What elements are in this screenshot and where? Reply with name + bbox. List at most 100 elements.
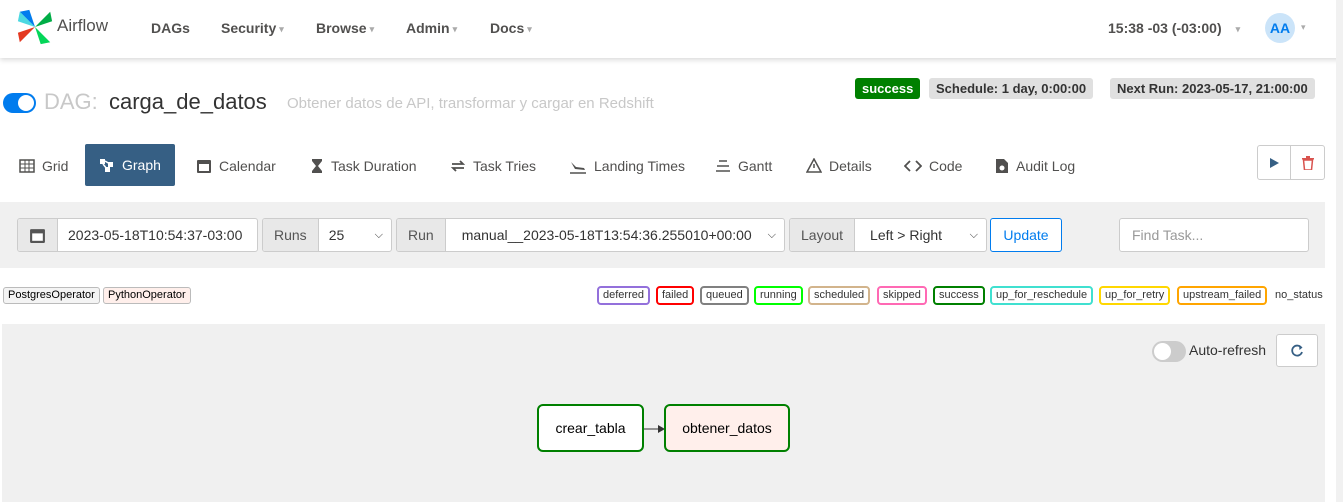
legend-upstream-failed[interactable]: upstream_failed <box>1177 286 1268 305</box>
trigger-dag-button[interactable] <box>1258 146 1292 179</box>
tab-audit-log[interactable]: Audit Log <box>991 146 1084 186</box>
tab-code-label: Code <box>929 158 963 174</box>
tab-gantt-label: Gantt <box>738 158 773 174</box>
auto-refresh-toggle[interactable] <box>1152 341 1186 362</box>
user-avatar[interactable]: AA <box>1265 13 1295 43</box>
grid-icon <box>19 159 35 173</box>
next-run-badge: Next Run: 2023-05-17, 21:00:00 <box>1110 78 1315 99</box>
tab-grid-label: Grid <box>42 158 69 174</box>
layout-value[interactable]: Left > Right <box>855 219 952 251</box>
legend-deferred[interactable]: deferred <box>597 286 650 305</box>
refresh-button[interactable] <box>1276 334 1318 367</box>
run-value[interactable]: manual__2023-05-18T13:54:36.255010+00:00 <box>446 219 762 251</box>
operator-postgres[interactable]: PostgresOperator <box>3 287 100 304</box>
legend-no-status[interactable]: no_status <box>1275 289 1323 301</box>
legend-up-for-retry[interactable]: up_for_retry <box>1099 286 1171 305</box>
retry-icon <box>450 160 466 172</box>
nav-admin-label: Admin <box>406 20 450 36</box>
play-icon <box>1270 157 1279 168</box>
dag-status-badge: success <box>855 78 921 99</box>
chevron-down-icon: ▾ <box>527 23 532 34</box>
task-node-crear-tabla[interactable]: crear_tabla <box>537 404 644 452</box>
chevron-down-icon: ⌵ <box>374 228 383 241</box>
tab-landing-times[interactable]: Landing Times <box>565 146 694 186</box>
layout-label: Layout <box>790 219 856 251</box>
run-label: Run <box>397 219 446 251</box>
legend-queued[interactable]: queued <box>700 286 749 305</box>
task-node-obtener-datos[interactable]: obtener_datos <box>664 404 790 452</box>
current-time: 15:38 -03 (-03:00) <box>1108 20 1222 36</box>
run-select[interactable]: Run manual__2023-05-18T13:54:36.255010+0… <box>396 218 785 252</box>
hourglass-icon <box>312 159 322 173</box>
runs-select[interactable]: Runs 25 ⌵ <box>262 218 392 252</box>
nav-security[interactable]: Security ▾ <box>221 20 284 36</box>
nav-dags[interactable]: DAGs <box>151 20 190 36</box>
tab-calendar-label: Calendar <box>219 158 276 174</box>
calendar-icon <box>197 160 211 173</box>
runs-value[interactable]: 25 <box>319 219 355 251</box>
tab-landing-times-label: Landing Times <box>594 158 686 174</box>
dag-prefix: DAG: <box>44 89 98 114</box>
dag-title: carga_de_datos <box>109 89 267 114</box>
scrollbar[interactable] <box>1336 0 1343 502</box>
tab-task-duration[interactable]: Task Duration <box>306 146 426 186</box>
legend-failed[interactable]: failed <box>656 286 695 305</box>
timezone-dropdown[interactable]: 15:38 -03 (-03:00) ▾ <box>1108 20 1240 36</box>
chevron-down-icon: ▾ <box>279 23 284 34</box>
dag-description: Obtener datos de API, transformar y carg… <box>287 95 654 112</box>
dag-pause-toggle[interactable] <box>3 93 36 113</box>
tab-graph[interactable]: Graph <box>85 144 175 186</box>
nav-browse-label: Browse <box>316 20 367 36</box>
top-navbar: Airflow DAGs Security ▾ Browse ▾ Admin ▾ Do… <box>0 0 1343 58</box>
nav-docs-label: Docs <box>490 20 525 36</box>
landing-icon <box>570 162 586 174</box>
legend-success[interactable]: success <box>933 286 985 305</box>
chevron-down-icon[interactable]: ▾ <box>1301 22 1306 33</box>
trash-icon <box>1301 155 1314 170</box>
nav-security-label: Security <box>221 20 277 36</box>
brand-name[interactable]: Airflow <box>57 16 108 36</box>
tab-audit-log-label: Audit Log <box>1016 158 1076 174</box>
chevron-down-icon: ⌵ <box>969 228 978 241</box>
nav-dags-label: DAGs <box>151 20 190 36</box>
chevron-down-icon: ▾ <box>452 23 458 34</box>
tab-gantt[interactable]: Gantt <box>711 146 781 186</box>
code-icon <box>904 160 922 172</box>
tab-calendar[interactable]: Calendar <box>192 146 285 186</box>
tab-grid[interactable]: Grid <box>15 146 77 186</box>
layout-select[interactable]: Layout Left > Right ⌵ <box>789 218 987 252</box>
auto-refresh-label: Auto-refresh <box>1189 342 1267 358</box>
calendar-icon[interactable] <box>18 219 58 251</box>
runs-label: Runs <box>263 219 319 251</box>
delete-dag-button[interactable] <box>1291 146 1324 179</box>
nav-browse[interactable]: Browse ▾ <box>316 20 374 36</box>
tab-task-tries[interactable]: Task Tries <box>446 146 545 186</box>
tab-graph-label: Graph <box>122 157 161 173</box>
dag-actions <box>1257 145 1325 180</box>
edge-arrow <box>644 425 665 433</box>
chevron-down-icon: ▾ <box>369 23 375 34</box>
audit-icon <box>996 159 1008 173</box>
tab-details[interactable]: Details <box>802 146 881 186</box>
tab-code[interactable]: Code <box>900 146 971 186</box>
nav-admin[interactable]: Admin ▾ <box>406 20 457 36</box>
legend-skipped[interactable]: skipped <box>877 286 927 305</box>
legend-up-for-reschedule[interactable]: up_for_reschedule <box>990 286 1094 305</box>
legend-scheduled[interactable]: scheduled <box>808 286 871 305</box>
schedule-badge: Schedule: 1 day, 0:00:00 <box>929 78 1094 99</box>
base-date-field[interactable]: 2023-05-18T10:54:37-03:00 <box>17 218 258 252</box>
tab-details-label: Details <box>829 158 872 174</box>
chevron-down-icon: ▾ <box>1235 23 1241 34</box>
chevron-down-icon: ⌵ <box>767 228 776 241</box>
gantt-icon <box>716 160 730 172</box>
warning-icon <box>806 158 822 173</box>
airflow-logo-icon[interactable] <box>16 8 54 46</box>
nav-docs[interactable]: Docs ▾ <box>490 20 532 36</box>
update-button[interactable]: Update <box>990 218 1062 252</box>
legend-running[interactable]: running <box>754 286 803 305</box>
base-date-value[interactable]: 2023-05-18T10:54:37-03:00 <box>58 219 252 251</box>
tab-task-duration-label: Task Duration <box>331 158 417 174</box>
tab-task-tries-label: Task Tries <box>473 158 537 174</box>
operator-python[interactable]: PythonOperator <box>103 287 191 304</box>
find-task-input[interactable]: Find Task... <box>1119 218 1309 252</box>
